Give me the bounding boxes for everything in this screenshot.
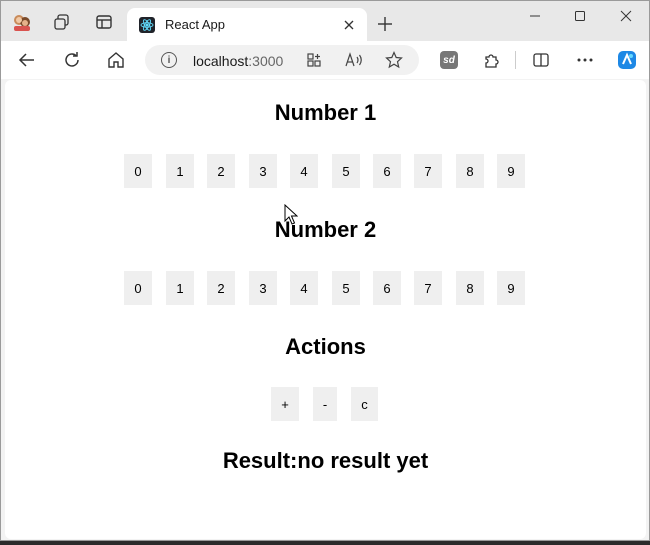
number2-digit-9-button[interactable]: 9 <box>497 271 525 305</box>
home-icon[interactable] <box>104 48 128 72</box>
read-aloud-icon[interactable] <box>345 51 363 69</box>
minimize-icon[interactable] <box>521 5 549 27</box>
star-icon[interactable] <box>385 51 403 69</box>
result-display: Result:no result yet <box>5 448 646 474</box>
number2-digit-0-button[interactable]: 0 <box>124 271 152 305</box>
number2-digit-4-button[interactable]: 4 <box>290 271 318 305</box>
copilot-icon[interactable] <box>615 48 639 72</box>
number2-digit-8-button[interactable]: 8 <box>456 271 484 305</box>
number2-digit-7-button[interactable]: 7 <box>414 271 442 305</box>
clear-button[interactable]: c <box>351 387 378 421</box>
url-port: :3000 <box>248 53 284 69</box>
browser-window: React App i localhost:3000 sd Number 1 0… <box>0 0 650 541</box>
number1-digit-9-button[interactable]: 9 <box>497 154 525 188</box>
tab-actions-icon[interactable] <box>93 11 115 33</box>
url-text: localhost:3000 <box>193 53 283 69</box>
actions-button-row: + - c <box>5 387 646 421</box>
close-icon[interactable] <box>339 15 359 35</box>
number2-digit-1-button[interactable]: 1 <box>166 271 194 305</box>
profile-avatar-icon[interactable] <box>11 11 33 33</box>
add-button[interactable]: + <box>271 387 299 421</box>
toolbar-divider <box>515 51 516 69</box>
workspaces-icon[interactable] <box>51 11 73 33</box>
puzzle-icon[interactable] <box>480 48 504 72</box>
active-tab[interactable]: React App <box>127 8 367 41</box>
refresh-icon[interactable] <box>60 48 84 72</box>
number1-digit-1-button[interactable]: 1 <box>166 154 194 188</box>
number2-digit-2-button[interactable]: 2 <box>207 271 235 305</box>
number1-digit-6-button[interactable]: 6 <box>373 154 401 188</box>
number1-digit-7-button[interactable]: 7 <box>414 154 442 188</box>
info-icon[interactable]: i <box>161 52 177 68</box>
result-label: Result: <box>222 448 298 473</box>
number1-heading: Number 1 <box>274 100 377 125</box>
maximize-icon[interactable] <box>566 5 594 27</box>
number2-button-row: 0 1 2 3 4 5 6 7 8 9 <box>5 271 646 305</box>
number1-button-row: 0 1 2 3 4 5 6 7 8 9 <box>5 154 646 188</box>
number1-digit-3-button[interactable]: 3 <box>249 154 277 188</box>
more-icon[interactable] <box>573 48 597 72</box>
number1-digit-0-button[interactable]: 0 <box>124 154 152 188</box>
number2-digit-5-button[interactable]: 5 <box>332 271 360 305</box>
actions-heading: Actions <box>285 334 366 359</box>
number1-digit-2-button[interactable]: 2 <box>207 154 235 188</box>
close-window-icon[interactable] <box>612 5 640 27</box>
tab-strip: React App <box>1 1 649 41</box>
number1-digit-5-button[interactable]: 5 <box>332 154 360 188</box>
tab-title: React App <box>165 17 225 32</box>
number1-digit-4-button[interactable]: 4 <box>290 154 318 188</box>
result-value: no result yet <box>297 448 429 473</box>
mouse-cursor-icon <box>284 204 298 225</box>
address-bar[interactable]: i localhost:3000 <box>145 45 419 75</box>
page-content: Number 1 0 1 2 3 4 5 6 7 8 9 Number 2 0 … <box>5 80 646 539</box>
number1-digit-8-button[interactable]: 8 <box>456 154 484 188</box>
split-screen-icon[interactable] <box>529 48 553 72</box>
browser-toolbar: i localhost:3000 sd <box>1 41 649 79</box>
url-host: localhost <box>193 53 249 69</box>
app-grid-icon[interactable] <box>305 51 323 69</box>
number2-digit-3-button[interactable]: 3 <box>249 271 277 305</box>
sd-extension-icon[interactable]: sd <box>437 48 461 72</box>
number2-heading: Number 2 <box>274 217 377 242</box>
plus-icon[interactable] <box>374 13 396 35</box>
back-arrow-icon[interactable] <box>15 48 39 72</box>
react-logo-icon <box>139 16 155 33</box>
number2-digit-6-button[interactable]: 6 <box>373 271 401 305</box>
subtract-button[interactable]: - <box>313 387 337 421</box>
